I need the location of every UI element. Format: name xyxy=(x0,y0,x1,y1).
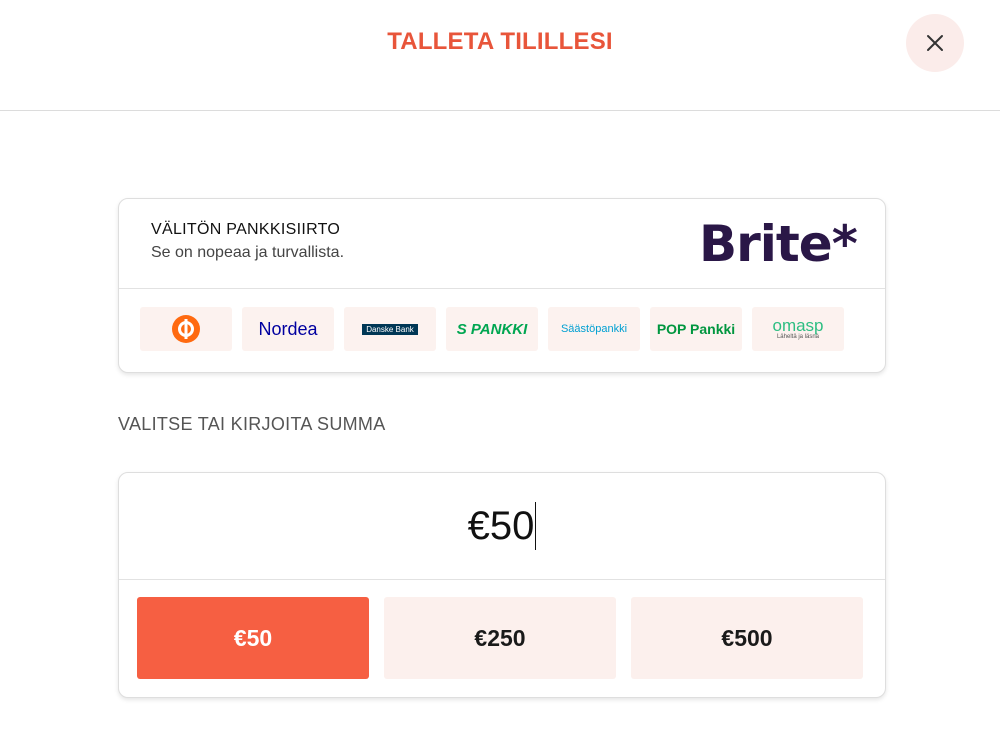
bank-logo-saastopankki: Säästöpankki xyxy=(548,307,640,351)
bank-logo-nordea: Nordea xyxy=(242,307,334,351)
modal-title: TALLETA TILILLESI xyxy=(387,28,613,55)
bank-logo-s-pankki: S PANKKI xyxy=(446,307,538,351)
bank-transfer-card[interactable]: VÄLITÖN PANKKISIIRTO Se on nopeaa ja tur… xyxy=(118,198,886,373)
modal-header: TALLETA TILILLESI xyxy=(0,0,1000,111)
preset-amount-button-50[interactable]: €50 xyxy=(137,597,369,679)
preset-amount-button-500[interactable]: €500 xyxy=(631,597,863,679)
pop-pankki-label: POP Pankki xyxy=(656,321,736,337)
close-button[interactable] xyxy=(906,14,964,72)
bank-logo-op xyxy=(140,307,232,351)
payment-method-subtitle: Se on nopeaa ja turvallista. xyxy=(151,244,345,261)
amount-input[interactable]: €50 xyxy=(119,473,885,580)
amount-value[interactable]: €50 xyxy=(468,506,535,546)
omasp-label: omasp xyxy=(772,316,824,335)
amount-section-label: VALITSE TAI KIRJOITA SUMMA xyxy=(118,414,386,434)
amount-card: €50 €50 €250 €500 xyxy=(118,472,886,698)
danske-label: Danske Bank xyxy=(362,323,418,335)
bank-logo-danske: Danske Bank xyxy=(344,307,436,351)
preset-amount-button-250[interactable]: €250 xyxy=(384,597,616,679)
omasp-sublabel: Läheltä ja läsnä xyxy=(776,334,820,340)
bank-logo-pop: POP Pankki xyxy=(650,307,742,351)
bank-logo-row: Nordea Danske Bank S PANKKI Säästöpankki… xyxy=(140,307,844,351)
bank-transfer-header: VÄLITÖN PANKKISIIRTO Se on nopeaa ja tur… xyxy=(119,199,885,289)
saastopankki-label: Säästöpankki xyxy=(560,323,628,335)
bank-logo-omasp: omasp Läheltä ja läsnä xyxy=(752,307,844,351)
text-caret xyxy=(535,502,537,550)
s-pankki-label: S PANKKI xyxy=(456,320,528,338)
op-logo-icon xyxy=(172,315,200,343)
close-icon xyxy=(927,35,943,51)
nordea-label: Nordea xyxy=(258,318,318,339)
brite-logo: Brite* xyxy=(699,215,858,273)
payment-method-title: VÄLITÖN PANKKISIIRTO xyxy=(151,221,341,238)
